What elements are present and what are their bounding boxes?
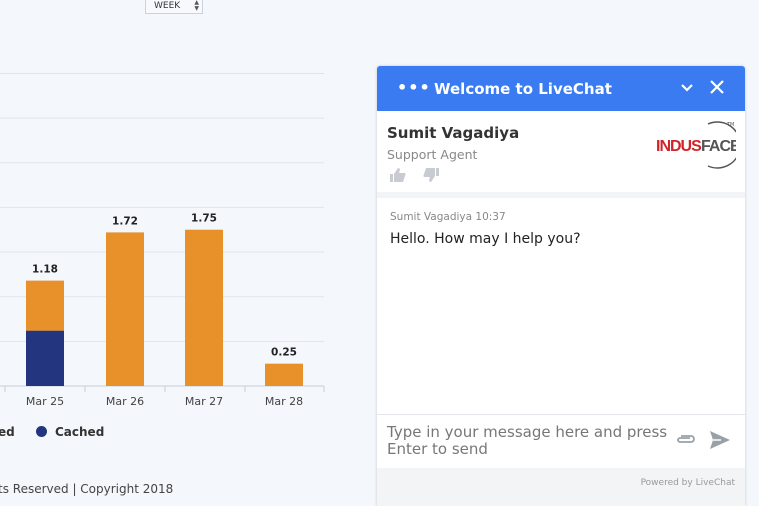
message-list: Sumit Vagadiya 10:37 Hello. How may I he… <box>377 198 745 413</box>
message-composer: Type in your message here and press Ente… <box>377 414 745 468</box>
bar-segment <box>265 363 303 386</box>
powered-by-text[interactable]: Powered by LiveChat <box>641 478 735 488</box>
x-tick-label: Mar 28 <box>265 395 303 408</box>
attachment-icon[interactable] <box>675 431 697 450</box>
agent-role: Support Agent <box>387 147 478 162</box>
legend-item-cached[interactable]: Cached <box>36 425 104 439</box>
legend-item-partial[interactable]: ed <box>0 425 15 439</box>
svg-text:INDUS: INDUS <box>656 138 702 155</box>
indusface-logo: INDUS FACE TM <box>656 121 736 169</box>
bar-segment <box>26 330 64 386</box>
message-meta: Sumit Vagadiya 10:37 <box>390 211 506 223</box>
thumbs-up-icon[interactable] <box>390 167 406 186</box>
bar-segment <box>185 229 223 386</box>
bar-segment <box>26 280 64 331</box>
legend-partial-label: ed <box>0 425 15 439</box>
footer-copyright: ts Reserved | Copyright 2018 <box>0 482 174 496</box>
agent-name: Sumit Vagadiya <box>387 124 520 142</box>
livechat-widget: ••• Welcome to LiveChat Sumit Vagadiya S… <box>377 66 745 506</box>
x-tick-label: Mar 26 <box>106 395 144 408</box>
bar-value-label: 1.72 <box>112 215 138 227</box>
minimize-chevron-icon[interactable] <box>680 78 694 102</box>
chart-labels: 1.18 Mar 25 1.72 Mar 26 1.75 Mar 27 0.25 Mar 28 <box>26 213 303 408</box>
send-icon[interactable] <box>709 430 731 454</box>
chat-header: ••• Welcome to LiveChat <box>377 66 745 111</box>
more-options-icon[interactable]: ••• <box>397 78 431 97</box>
agent-info: Sumit Vagadiya Support Agent INDUS FACE … <box>377 111 745 198</box>
bar-value-label: 0.25 <box>271 347 297 359</box>
svg-text:TM: TM <box>726 122 734 128</box>
message-text: Hello. How may I help you? <box>390 231 581 247</box>
x-tick-label: Mar 27 <box>185 395 223 408</box>
powered-by-bar: Powered by LiveChat <box>377 468 745 506</box>
bar-chart: 1.18 Mar 25 1.72 Mar 26 1.75 Mar 27 0.25 Mar 28 <box>0 72 325 408</box>
message-input[interactable]: Type in your message here and press Ente… <box>387 424 672 458</box>
legend-cached-swatch <box>36 426 47 437</box>
close-icon[interactable] <box>709 79 725 101</box>
bar-value-label: 1.75 <box>191 213 217 225</box>
rating-controls <box>390 167 451 186</box>
bar-value-label: 1.18 <box>32 264 58 276</box>
bar-segment <box>106 232 144 386</box>
chat-title: Welcome to LiveChat <box>434 80 612 98</box>
svg-text:FACE: FACE <box>701 138 736 155</box>
thumbs-down-icon[interactable] <box>423 167 440 186</box>
legend-cached-label: Cached <box>55 425 105 439</box>
chart-bars <box>26 229 303 386</box>
x-tick-label: Mar 25 <box>26 395 64 408</box>
